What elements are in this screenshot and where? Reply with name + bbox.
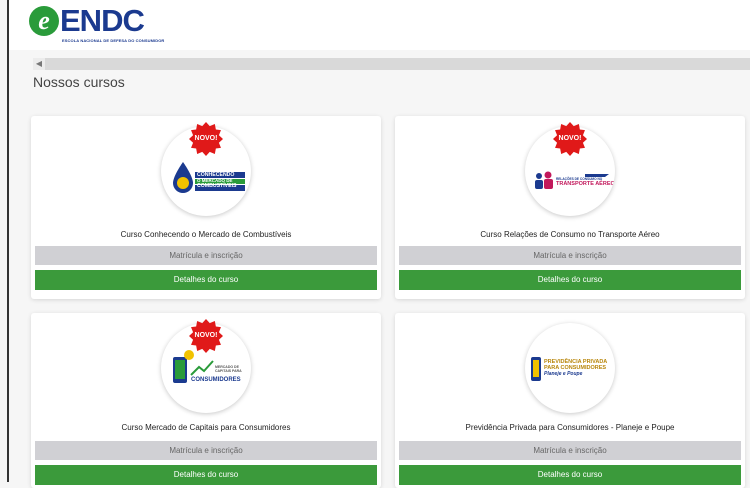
left-border (7, 0, 9, 482)
thumb-line: CAPITAIS PARA (215, 369, 242, 373)
enroll-button[interactable]: Matrícula e inscrição (399, 441, 741, 460)
thumb-line: COMBUSTÍVEIS (197, 183, 237, 189)
course-details-button[interactable]: Detalhes do curso (35, 270, 377, 290)
course-details-button[interactable]: Detalhes do curso (399, 465, 741, 485)
course-details-button[interactable]: Detalhes do curso (399, 270, 741, 290)
thumb-line: TRANSPORTE AÉREO (556, 181, 615, 187)
course-card: NOVO! RELAÇÕES DE CONSUMO NO TRANSPORTE … (395, 116, 745, 299)
section-title: Nossos cursos (33, 74, 125, 90)
course-title[interactable]: Previdência Privada para Consumidores - … (395, 423, 745, 432)
course-title[interactable]: Curso Conhecendo o Mercado de Combustíve… (31, 230, 381, 239)
course-thumbnail[interactable]: PREVIDÊNCIA PRIVADA PARA CONSUMIDORES Pl… (525, 323, 615, 413)
course-title[interactable]: Curso Mercado de Capitais para Consumido… (31, 423, 381, 432)
enroll-button[interactable]: Matrícula e inscrição (399, 246, 741, 265)
thumb-line: Planeje e Poupe (544, 371, 583, 377)
enroll-button[interactable]: Matrícula e inscrição (35, 246, 377, 265)
course-card: PREVIDÊNCIA PRIVADA PARA CONSUMIDORES Pl… (395, 313, 745, 488)
horizontal-scrollbar[interactable]: ◀ (33, 58, 750, 70)
scroll-left-icon[interactable]: ◀ (33, 58, 45, 70)
thumb-line: CONSUMIDORES (191, 377, 241, 383)
enroll-button[interactable]: Matrícula e inscrição (35, 441, 377, 460)
logo-tagline: ESCOLA NACIONAL DE DEFESA DO CONSUMIDOR (62, 38, 165, 43)
logo-e-mark: e (29, 6, 59, 36)
course-title[interactable]: Curso Relações de Consumo no Transporte … (395, 230, 745, 239)
logo-wordmark: ENDC (60, 3, 145, 38)
course-card: NOVO! CONHECENDO O MERCADO DE COMBUSTÍVE… (31, 116, 381, 299)
site-header: e ENDC ESCOLA NACIONAL DE DEFESA DO CONS… (9, 0, 750, 50)
course-details-button[interactable]: Detalhes do curso (35, 465, 377, 485)
course-card: NOVO! MERCADO DE CAPITAIS PARA CONSUMIDO… (31, 313, 381, 488)
